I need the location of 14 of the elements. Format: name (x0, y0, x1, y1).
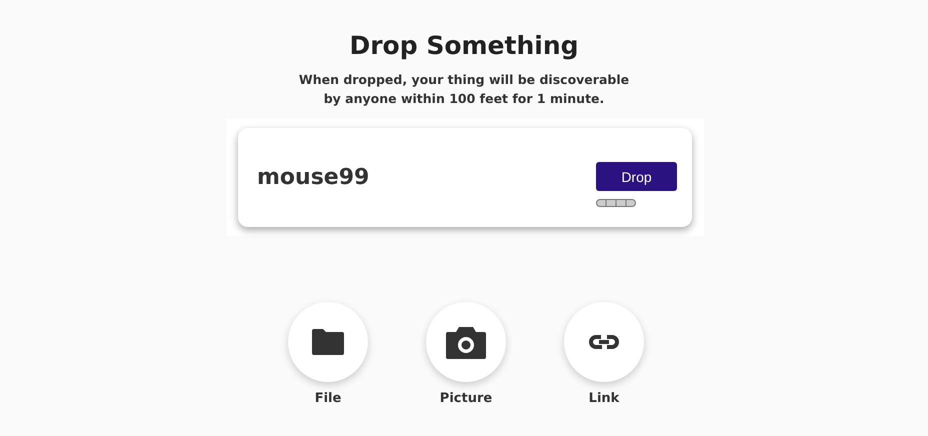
option-label: File (314, 391, 342, 406)
link-option-button[interactable] (564, 302, 644, 382)
segment-indicator-icon (596, 199, 636, 207)
file-option-button[interactable] (288, 302, 368, 382)
camera-icon (446, 326, 486, 358)
link-icon (588, 333, 620, 351)
user-name: mouse99 (257, 165, 370, 190)
option-label: Link (588, 391, 620, 406)
page-subtitle: When dropped, your thing will be discoverable by anyone within 100 feet for 1 minute. (298, 71, 630, 108)
folder-icon (311, 328, 345, 356)
option-label: Picture (440, 391, 492, 406)
drop-button[interactable]: Drop (596, 162, 677, 191)
picture-option-button[interactable] (426, 302, 506, 382)
page-title: Drop Something (349, 30, 579, 62)
